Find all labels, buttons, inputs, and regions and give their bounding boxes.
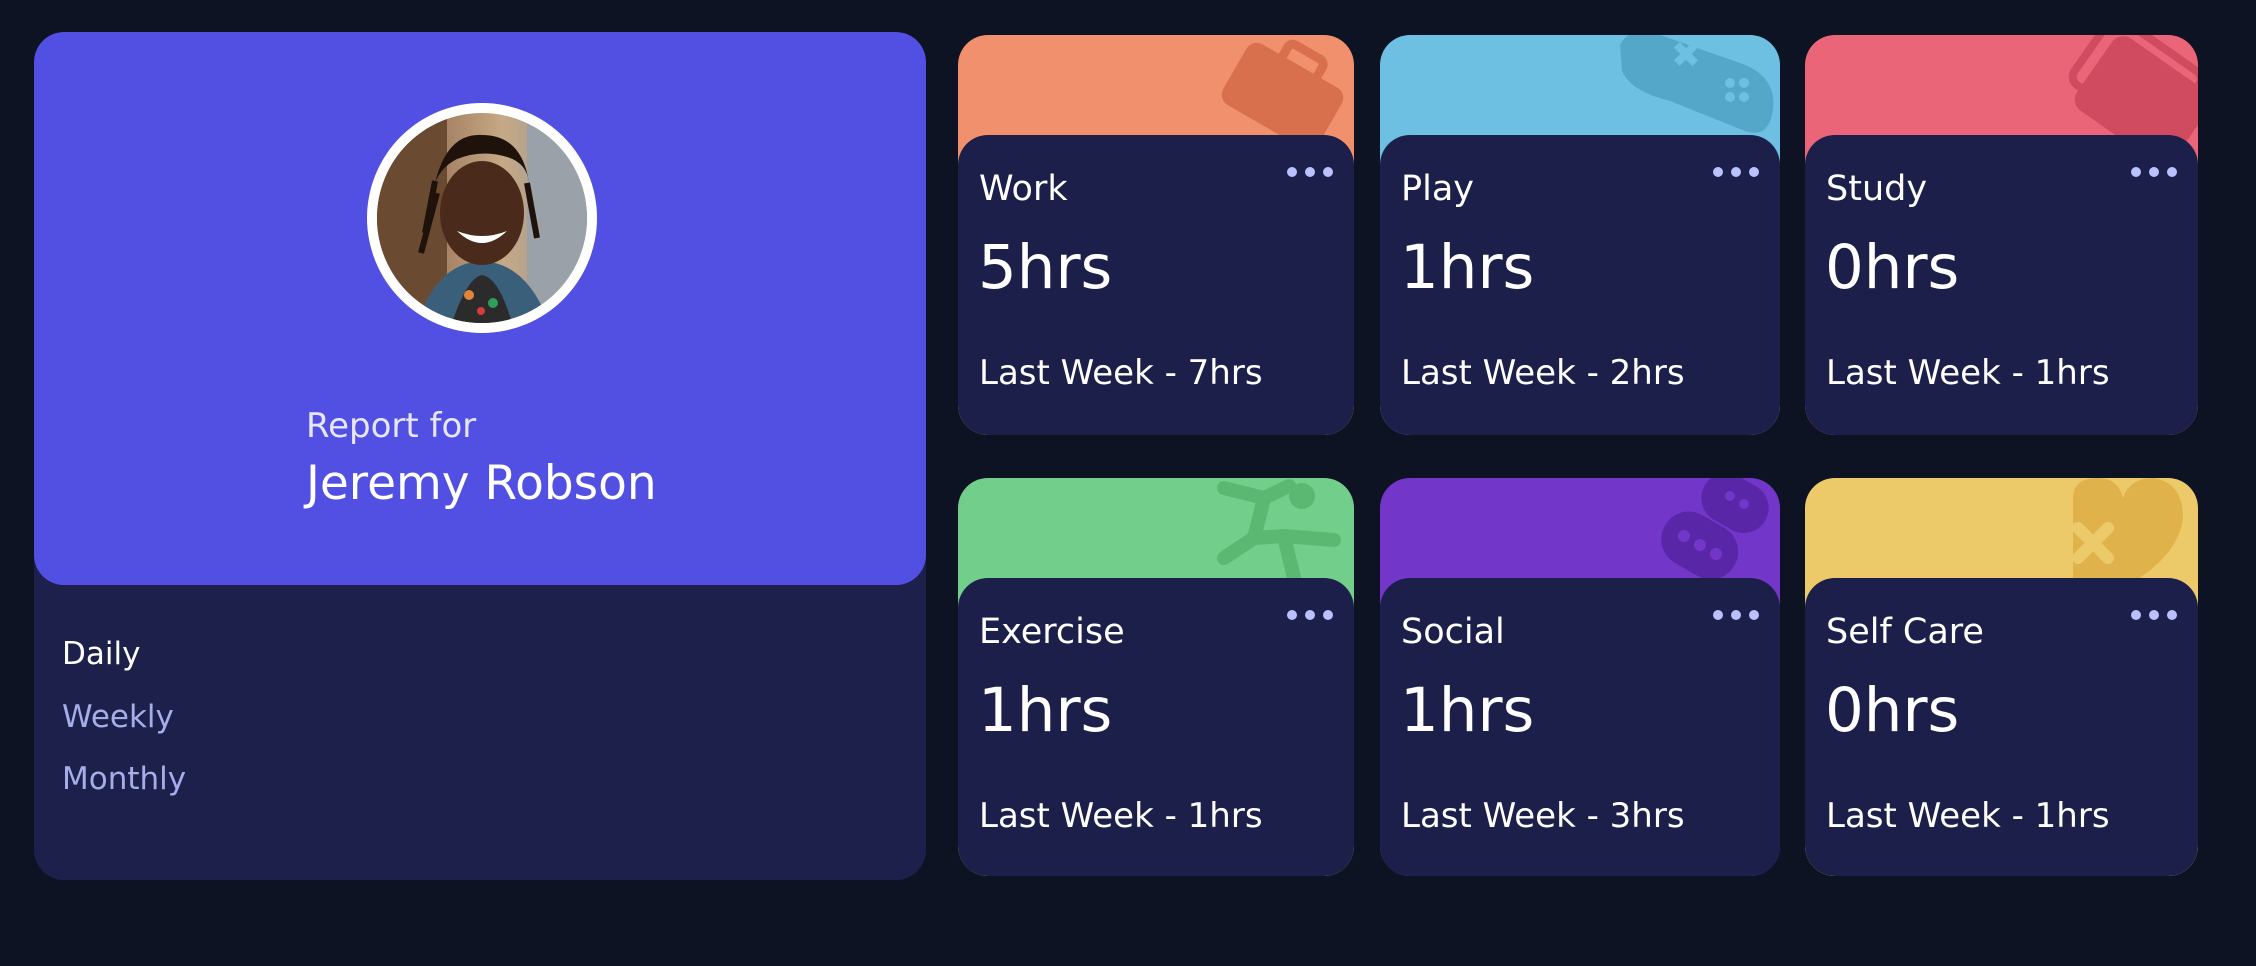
period-monthly-button[interactable]: Monthly xyxy=(62,761,186,797)
activity-card-body: Work 5hrs Last Week - 7hrs xyxy=(958,135,1354,435)
previous-hours: Last Week - 1hrs xyxy=(979,796,1263,836)
profile-card: Report for Jeremy Robson Daily Weekly Mo… xyxy=(34,32,926,880)
books-icon xyxy=(2068,35,2198,145)
activity-title: Work xyxy=(979,169,1068,209)
activity-card-work[interactable]: Work 5hrs Last Week - 7hrs xyxy=(958,35,1354,435)
activity-card-body: Self Care 0hrs Last Week - 1hrs xyxy=(1805,578,2198,876)
user-name: Jeremy Robson xyxy=(306,456,657,511)
activity-card-study[interactable]: Study 0hrs Last Week - 1hrs xyxy=(1805,35,2198,435)
briefcase-icon xyxy=(1221,39,1344,145)
profile-header: Report for Jeremy Robson xyxy=(34,32,926,585)
activity-title: Play xyxy=(1401,169,1474,209)
activity-card-self-care[interactable]: Self Care 0hrs Last Week - 1hrs xyxy=(1805,478,2198,876)
previous-hours: Last Week - 7hrs xyxy=(979,353,1263,393)
activity-card-body: Study 0hrs Last Week - 1hrs xyxy=(1805,135,2198,435)
current-hours: 1hrs xyxy=(1400,675,1535,746)
avatar xyxy=(367,103,597,333)
activity-card-social[interactable]: Social 1hrs Last Week - 3hrs xyxy=(1380,478,1780,876)
time-tracking-dashboard: Report for Jeremy Robson Daily Weekly Mo… xyxy=(0,0,2256,966)
activity-title: Social xyxy=(1401,612,1505,652)
more-options-icon[interactable] xyxy=(1711,606,1761,626)
activity-card-body: Exercise 1hrs Last Week - 1hrs xyxy=(958,578,1354,876)
current-hours: 5hrs xyxy=(978,232,1113,303)
previous-hours: Last Week - 1hrs xyxy=(1826,353,2110,393)
gamepad-icon xyxy=(1620,35,1774,133)
current-hours: 1hrs xyxy=(978,675,1113,746)
more-options-icon[interactable] xyxy=(2129,163,2179,183)
chat-bubbles-icon xyxy=(1661,478,1769,580)
activity-card-body: Social 1hrs Last Week - 3hrs xyxy=(1380,578,1780,876)
period-daily-button[interactable]: Daily xyxy=(62,636,140,672)
previous-hours: Last Week - 2hrs xyxy=(1401,353,1685,393)
previous-hours: Last Week - 1hrs xyxy=(1826,796,2110,836)
current-hours: 0hrs xyxy=(1825,232,1960,303)
activity-title: Study xyxy=(1826,169,1928,209)
more-options-icon[interactable] xyxy=(2129,606,2179,626)
more-options-icon[interactable] xyxy=(1711,163,1761,183)
activity-title: Self Care xyxy=(1826,612,1984,652)
activity-card-play[interactable]: Play 1hrs Last Week - 2hrs xyxy=(1380,35,1780,435)
activity-card-body: Play 1hrs Last Week - 2hrs xyxy=(1380,135,1780,435)
current-hours: 0hrs xyxy=(1825,675,1960,746)
more-options-icon[interactable] xyxy=(1285,163,1335,183)
heart-icon xyxy=(2072,478,2183,588)
previous-hours: Last Week - 3hrs xyxy=(1401,796,1685,836)
running-figure-icon xyxy=(1217,479,1341,585)
avatar-photo xyxy=(377,113,587,323)
activity-card-exercise[interactable]: Exercise 1hrs Last Week - 1hrs xyxy=(958,478,1354,876)
current-hours: 1hrs xyxy=(1400,232,1535,303)
more-options-icon[interactable] xyxy=(1285,606,1335,626)
period-weekly-button[interactable]: Weekly xyxy=(62,699,174,735)
activity-title: Exercise xyxy=(979,612,1125,652)
report-for-label: Report for xyxy=(306,406,477,446)
